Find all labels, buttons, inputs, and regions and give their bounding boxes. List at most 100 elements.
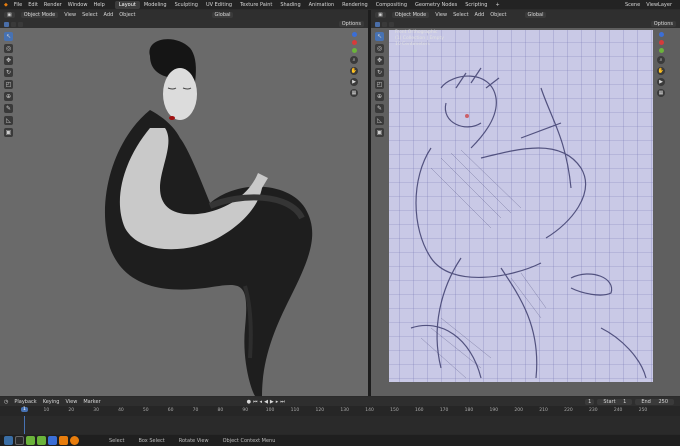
end-frame-field[interactable]: End 250 xyxy=(635,398,674,405)
annotate-tool-icon[interactable]: ✎ xyxy=(4,104,13,113)
playhead-line[interactable] xyxy=(24,416,25,434)
right-menu-select[interactable]: Select xyxy=(453,12,468,18)
prev-key-icon[interactable]: ◂ xyxy=(260,399,263,405)
axis-z-icon[interactable] xyxy=(351,32,357,37)
tab-scripting[interactable]: Scripting xyxy=(461,1,491,9)
select-tool-icon[interactable]: ↖ xyxy=(4,32,13,41)
scale-tool-icon[interactable]: ◰ xyxy=(375,80,384,89)
terminal-icon[interactable] xyxy=(15,436,24,445)
play-icon[interactable]: ▶ xyxy=(270,399,274,405)
measure-tool-icon[interactable]: ◺ xyxy=(4,116,13,125)
timeline-menu-view[interactable]: View xyxy=(65,399,77,405)
scale-tool-icon[interactable]: ◰ xyxy=(4,80,13,89)
left-menu-select[interactable]: Select xyxy=(82,12,97,18)
select-mode-icon[interactable] xyxy=(382,21,387,27)
right-options-dropdown[interactable]: Options xyxy=(650,21,676,27)
menu-window[interactable]: Window xyxy=(68,2,88,8)
windows-icon[interactable] xyxy=(4,436,13,445)
blender-logo-icon[interactable]: ◆ xyxy=(4,2,8,8)
move-tool-icon[interactable]: ✥ xyxy=(4,56,13,65)
folder-icon[interactable] xyxy=(37,436,46,445)
tab-compositing[interactable]: Compositing xyxy=(372,1,411,9)
frame-ruler[interactable]: 1 10 20 30 40 50 60 70 80 90 100 110 120 130 140 150 16… xyxy=(0,406,680,416)
right-menu-object[interactable]: Object xyxy=(490,12,506,18)
transform-tool-icon[interactable]: ⊕ xyxy=(375,92,384,101)
editor-type-icon[interactable]: ▣ xyxy=(4,12,15,18)
left-viewport-canvas[interactable] xyxy=(0,28,368,396)
right-menu-view[interactable]: View xyxy=(435,12,447,18)
axis-y-icon[interactable] xyxy=(351,48,357,53)
select-mode-icon[interactable] xyxy=(4,21,9,27)
tab-layout[interactable]: Layout xyxy=(114,0,140,9)
timeline-menu-playback[interactable]: Playback xyxy=(14,399,36,405)
right-viewport-canvas[interactable] xyxy=(371,28,680,396)
add-workspace-icon[interactable]: + xyxy=(491,1,503,9)
tab-sculpting[interactable]: Sculpting xyxy=(171,1,202,9)
camera-icon[interactable]: ▶ xyxy=(350,78,358,86)
playhead-frame[interactable]: 1 xyxy=(21,407,28,412)
right-orientation-dropdown[interactable]: Global xyxy=(524,12,547,18)
select-tool-icon[interactable]: ↖ xyxy=(375,32,384,41)
axis-z-icon[interactable] xyxy=(658,32,664,37)
timeline-editor-icon[interactable]: ◷ xyxy=(4,399,8,405)
rotate-tool-icon[interactable]: ↻ xyxy=(375,68,384,77)
select-mode-icon[interactable] xyxy=(375,21,380,27)
transform-tool-icon[interactable]: ⊕ xyxy=(4,92,13,101)
menu-file[interactable]: File xyxy=(14,2,22,8)
grid-icon[interactable]: ▦ xyxy=(657,89,665,97)
pan-hand-icon[interactable]: ✋ xyxy=(350,67,358,75)
jump-start-icon[interactable]: ⏮ xyxy=(253,399,258,405)
tab-rendering[interactable]: Rendering xyxy=(338,1,372,9)
play-reverse-icon[interactable]: ◀ xyxy=(264,399,268,405)
menu-render[interactable]: Render xyxy=(44,2,62,8)
menu-edit[interactable]: Edit xyxy=(28,2,38,8)
scene-selector[interactable]: Scene xyxy=(625,2,640,8)
grid-icon[interactable]: ▦ xyxy=(350,89,358,97)
zoom-icon[interactable]: ⌕ xyxy=(350,56,358,64)
cursor-tool-icon[interactable]: ◎ xyxy=(375,44,384,53)
left-options-dropdown[interactable]: Options xyxy=(338,21,364,27)
menu-help[interactable]: Help xyxy=(93,2,104,8)
measure-tool-icon[interactable]: ◺ xyxy=(375,116,384,125)
axis-x-icon[interactable] xyxy=(658,40,664,45)
folder-icon[interactable] xyxy=(26,436,35,445)
cursor-tool-icon[interactable]: ◎ xyxy=(4,44,13,53)
add-cube-tool-icon[interactable]: ▣ xyxy=(375,128,384,137)
select-mode-icon[interactable] xyxy=(18,21,23,27)
area-divider[interactable] xyxy=(368,10,371,396)
left-menu-object[interactable]: Object xyxy=(119,12,135,18)
tab-modeling[interactable]: Modeling xyxy=(140,1,171,9)
left-orientation-dropdown[interactable]: Global xyxy=(211,12,234,18)
add-cube-tool-icon[interactable]: ▣ xyxy=(4,128,13,137)
record-icon[interactable]: ● xyxy=(247,399,251,405)
zoom-icon[interactable]: ⌕ xyxy=(657,56,665,64)
tab-shading[interactable]: Shading xyxy=(276,1,304,9)
tab-uv-editing[interactable]: UV Editing xyxy=(202,1,236,9)
left-menu-add[interactable]: Add xyxy=(104,12,114,18)
browser-icon[interactable] xyxy=(48,436,57,445)
tab-texture-paint[interactable]: Texture Paint xyxy=(236,1,276,9)
current-frame-field[interactable]: 1 xyxy=(585,398,595,405)
timeline-track-area[interactable] xyxy=(0,416,680,434)
rotate-tool-icon[interactable]: ↻ xyxy=(4,68,13,77)
tab-animation[interactable]: Animation xyxy=(305,1,339,9)
axis-y-icon[interactable] xyxy=(658,48,664,53)
tab-geometry-nodes[interactable]: Geometry Nodes xyxy=(411,1,461,9)
view-layer-selector[interactable]: ViewLayer xyxy=(646,2,672,8)
start-frame-field[interactable]: Start 1 xyxy=(597,398,633,405)
next-key-icon[interactable]: ▸ xyxy=(276,399,279,405)
right-mode-dropdown[interactable]: Object Mode xyxy=(391,12,430,18)
jump-end-icon[interactable]: ⏭ xyxy=(280,399,285,405)
annotate-tool-icon[interactable]: ✎ xyxy=(375,104,384,113)
app-icon[interactable] xyxy=(59,436,68,445)
camera-icon[interactable]: ▶ xyxy=(657,78,665,86)
editor-type-icon[interactable]: ▣ xyxy=(375,12,386,18)
select-mode-icon[interactable] xyxy=(11,21,16,27)
left-menu-view[interactable]: View xyxy=(64,12,76,18)
move-tool-icon[interactable]: ✥ xyxy=(375,56,384,65)
timeline-menu-marker[interactable]: Marker xyxy=(83,399,100,405)
timeline-menu-keying[interactable]: Keying xyxy=(43,399,60,405)
select-mode-icon[interactable] xyxy=(389,21,394,27)
right-menu-add[interactable]: Add xyxy=(475,12,485,18)
axis-x-icon[interactable] xyxy=(351,40,357,45)
